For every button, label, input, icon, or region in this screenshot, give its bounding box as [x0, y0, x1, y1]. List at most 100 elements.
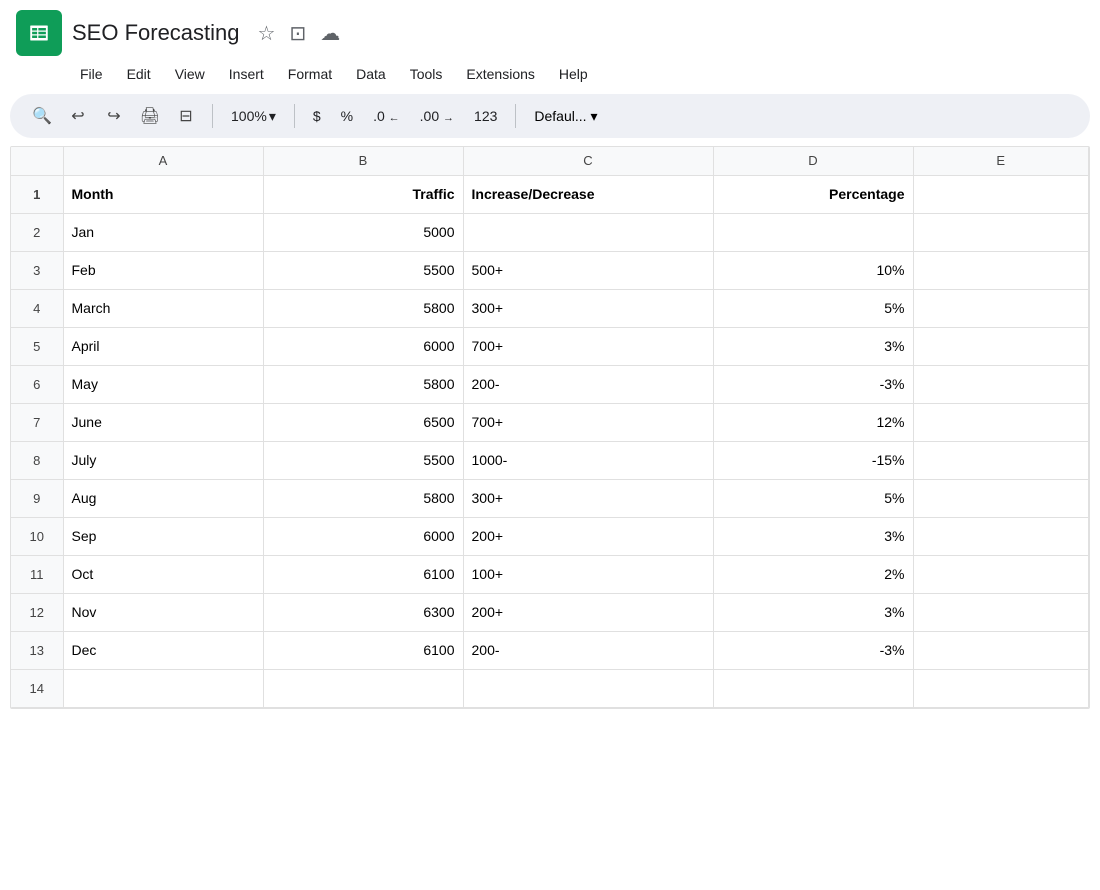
- star-icon[interactable]: ☆: [258, 21, 276, 46]
- cell-C12[interactable]: 200+: [463, 593, 713, 631]
- menu-file[interactable]: File: [70, 62, 113, 86]
- cell-B8[interactable]: 5500: [263, 441, 463, 479]
- col-header-C[interactable]: C: [463, 147, 713, 175]
- cell-A13[interactable]: Dec: [63, 631, 263, 669]
- cell-C14[interactable]: [463, 669, 713, 707]
- col-header-E[interactable]: E: [913, 147, 1089, 175]
- cell-E6[interactable]: [913, 365, 1089, 403]
- cell-A7[interactable]: June: [63, 403, 263, 441]
- cell-E8[interactable]: [913, 441, 1089, 479]
- cell-A1[interactable]: Month: [63, 175, 263, 213]
- cell-A14[interactable]: [63, 669, 263, 707]
- search-button[interactable]: 🔍: [26, 100, 58, 132]
- menu-data[interactable]: Data: [346, 62, 396, 86]
- cell-E14[interactable]: [913, 669, 1089, 707]
- cell-B11[interactable]: 6100: [263, 555, 463, 593]
- row-num-12[interactable]: 12: [11, 593, 63, 631]
- cell-A4[interactable]: March: [63, 289, 263, 327]
- cell-C4[interactable]: 300+: [463, 289, 713, 327]
- cell-A10[interactable]: Sep: [63, 517, 263, 555]
- cell-D7[interactable]: 12%: [713, 403, 913, 441]
- row-num-11[interactable]: 11: [11, 555, 63, 593]
- cell-D14[interactable]: [713, 669, 913, 707]
- cell-D10[interactable]: 3%: [713, 517, 913, 555]
- cell-B12[interactable]: 6300: [263, 593, 463, 631]
- currency-button[interactable]: $: [305, 104, 329, 128]
- cell-B13[interactable]: 6100: [263, 631, 463, 669]
- cell-D2[interactable]: [713, 213, 913, 251]
- menu-format[interactable]: Format: [278, 62, 342, 86]
- cell-A6[interactable]: May: [63, 365, 263, 403]
- menu-edit[interactable]: Edit: [117, 62, 161, 86]
- col-header-B[interactable]: B: [263, 147, 463, 175]
- cell-E13[interactable]: [913, 631, 1089, 669]
- cell-B5[interactable]: 6000: [263, 327, 463, 365]
- paint-format-button[interactable]: ⊟: [170, 100, 202, 132]
- cell-C1[interactable]: Increase/Decrease: [463, 175, 713, 213]
- cell-A8[interactable]: July: [63, 441, 263, 479]
- percent-button[interactable]: %: [333, 104, 361, 128]
- menu-view[interactable]: View: [165, 62, 215, 86]
- print-button[interactable]: 🖨: [134, 100, 166, 132]
- cell-D11[interactable]: 2%: [713, 555, 913, 593]
- row-num-1[interactable]: 1: [11, 175, 63, 213]
- cell-B3[interactable]: 5500: [263, 251, 463, 289]
- col-header-D[interactable]: D: [713, 147, 913, 175]
- menu-help[interactable]: Help: [549, 62, 598, 86]
- cell-C2[interactable]: [463, 213, 713, 251]
- row-num-10[interactable]: 10: [11, 517, 63, 555]
- cell-E10[interactable]: [913, 517, 1089, 555]
- cell-A3[interactable]: Feb: [63, 251, 263, 289]
- cell-E5[interactable]: [913, 327, 1089, 365]
- cell-C8[interactable]: 1000-: [463, 441, 713, 479]
- row-num-6[interactable]: 6: [11, 365, 63, 403]
- cell-A9[interactable]: Aug: [63, 479, 263, 517]
- cell-E12[interactable]: [913, 593, 1089, 631]
- cell-E9[interactable]: [913, 479, 1089, 517]
- cell-B1[interactable]: Traffic: [263, 175, 463, 213]
- cell-D5[interactable]: 3%: [713, 327, 913, 365]
- cell-D9[interactable]: 5%: [713, 479, 913, 517]
- undo-button[interactable]: ↩: [62, 100, 94, 132]
- row-num-4[interactable]: 4: [11, 289, 63, 327]
- cell-E4[interactable]: [913, 289, 1089, 327]
- cell-D3[interactable]: 10%: [713, 251, 913, 289]
- row-num-8[interactable]: 8: [11, 441, 63, 479]
- cell-B14[interactable]: [263, 669, 463, 707]
- cell-E7[interactable]: [913, 403, 1089, 441]
- font-family-selector[interactable]: Defaul... ▾: [526, 104, 605, 129]
- cell-A12[interactable]: Nov: [63, 593, 263, 631]
- cell-C3[interactable]: 500+: [463, 251, 713, 289]
- cell-E3[interactable]: [913, 251, 1089, 289]
- cell-A11[interactable]: Oct: [63, 555, 263, 593]
- row-num-5[interactable]: 5: [11, 327, 63, 365]
- redo-button[interactable]: ↪: [98, 100, 130, 132]
- cell-D6[interactable]: -3%: [713, 365, 913, 403]
- cell-C6[interactable]: 200-: [463, 365, 713, 403]
- cell-E11[interactable]: [913, 555, 1089, 593]
- cloud-icon[interactable]: ☁: [320, 21, 340, 46]
- cell-D12[interactable]: 3%: [713, 593, 913, 631]
- cell-D1[interactable]: Percentage: [713, 175, 913, 213]
- cell-C13[interactable]: 200-: [463, 631, 713, 669]
- menu-tools[interactable]: Tools: [400, 62, 453, 86]
- cell-C11[interactable]: 100+: [463, 555, 713, 593]
- col-header-A[interactable]: A: [63, 147, 263, 175]
- cell-C10[interactable]: 200+: [463, 517, 713, 555]
- cell-D8[interactable]: -15%: [713, 441, 913, 479]
- decimal-decrease-button[interactable]: .0 ←: [365, 104, 408, 128]
- cell-B10[interactable]: 6000: [263, 517, 463, 555]
- cell-B7[interactable]: 6500: [263, 403, 463, 441]
- cell-E1[interactable]: [913, 175, 1089, 213]
- row-num-2[interactable]: 2: [11, 213, 63, 251]
- menu-insert[interactable]: Insert: [219, 62, 274, 86]
- row-num-9[interactable]: 9: [11, 479, 63, 517]
- format-type-button[interactable]: 123: [466, 104, 505, 128]
- cell-D13[interactable]: -3%: [713, 631, 913, 669]
- move-icon[interactable]: ⊡: [289, 21, 306, 46]
- cell-A5[interactable]: April: [63, 327, 263, 365]
- cell-C5[interactable]: 700+: [463, 327, 713, 365]
- decimal-increase-button[interactable]: .00 →: [412, 104, 462, 128]
- zoom-selector[interactable]: 100% ▾: [223, 104, 284, 129]
- cell-A2[interactable]: Jan: [63, 213, 263, 251]
